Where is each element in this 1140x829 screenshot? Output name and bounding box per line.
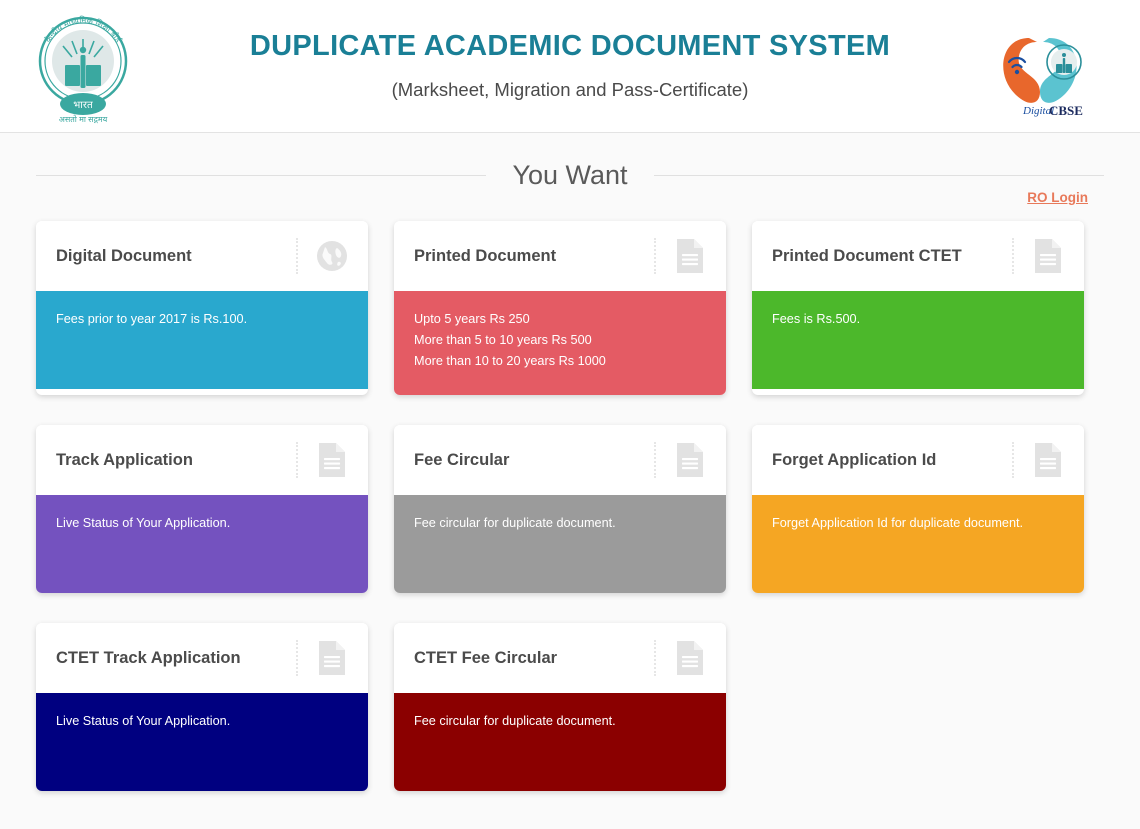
card-body-line: Fees is Rs.500. bbox=[772, 312, 861, 326]
dotted-divider bbox=[654, 640, 656, 676]
service-card-fee-circular[interactable]: Fee Circular Fee circular for duplicate d… bbox=[394, 425, 726, 593]
card-title: Fee Circular bbox=[414, 450, 510, 469]
cbse-emblem-logo: केन्द्रीय माध्यमिक शिक्षा बोर्ड भारत असत… bbox=[27, 11, 139, 124]
service-card-printed-document[interactable]: Printed Document Upto 5 years Rs 250 More … bbox=[394, 221, 726, 395]
dotted-divider bbox=[296, 442, 298, 478]
service-card-ctet-track-application[interactable]: CTET Track Application Live Status of You… bbox=[36, 623, 368, 791]
service-card-track-application[interactable]: Track Application Live Status of Your App… bbox=[36, 425, 368, 593]
dotted-divider bbox=[654, 238, 656, 274]
globe-icon bbox=[316, 238, 348, 274]
card-title: Forget Application Id bbox=[772, 450, 937, 469]
card-header: Forget Application Id bbox=[752, 425, 1084, 495]
card-title: Digital Document bbox=[56, 246, 192, 265]
svg-text:भारत: भारत bbox=[73, 100, 93, 111]
card-body: Live Status of Your Application. bbox=[36, 495, 368, 593]
card-body-line: Live Status of Your Application. bbox=[56, 714, 231, 728]
document-icon bbox=[674, 442, 706, 478]
card-body: Fees prior to year 2017 is Rs.100. bbox=[36, 291, 368, 389]
digital-cbse-logo: Digital CBSE bbox=[985, 12, 1095, 124]
card-body: Upto 5 years Rs 250 More than 5 to 10 yea… bbox=[394, 291, 726, 395]
card-body: Fees is Rs.500. bbox=[752, 291, 1084, 389]
card-body: Forget Application Id for duplicate docu… bbox=[752, 495, 1084, 593]
card-header: Track Application bbox=[36, 425, 368, 495]
card-body: Live Status of Your Application. bbox=[36, 693, 368, 791]
dotted-divider bbox=[1012, 442, 1014, 478]
dotted-divider bbox=[1012, 238, 1014, 274]
card-body: Fee circular for duplicate document. bbox=[394, 693, 726, 791]
document-icon bbox=[316, 640, 348, 676]
page-title: DUPLICATE ACADEMIC DOCUMENT SYSTEM bbox=[249, 29, 891, 62]
card-title: Printed Document bbox=[414, 246, 557, 265]
dotted-divider bbox=[296, 640, 298, 676]
card-body-line: Live Status of Your Application. bbox=[56, 516, 231, 530]
service-card-printed-document-ctet[interactable]: Printed Document CTET Fees is Rs.500. bbox=[752, 221, 1084, 395]
document-icon bbox=[1032, 442, 1064, 478]
card-header: Digital Document bbox=[36, 221, 368, 291]
document-icon bbox=[1032, 238, 1064, 274]
svg-text:CBSE: CBSE bbox=[1049, 103, 1083, 118]
card-body-line: More than 5 to 10 years Rs 500 bbox=[414, 333, 592, 348]
card-body-line: Fee circular for duplicate document. bbox=[414, 516, 616, 530]
card-body-line: Fee circular for duplicate document. bbox=[414, 714, 616, 728]
header-titles: DUPLICATE ACADEMIC DOCUMENT SYSTEM (Mark… bbox=[0, 29, 1140, 101]
section-heading-label: You Want bbox=[512, 159, 628, 190]
service-card-grid: Digital Document Fees prior to year 2017 … bbox=[0, 221, 1140, 791]
card-header: CTET Track Application bbox=[36, 623, 368, 693]
service-card-ctet-fee-circular[interactable]: CTET Fee Circular Fee circular for duplic… bbox=[394, 623, 726, 791]
card-header: Fee Circular bbox=[394, 425, 726, 495]
card-title: CTET Track Application bbox=[56, 648, 241, 667]
card-body-line: Upto 5 years Rs 250 bbox=[414, 312, 530, 326]
page-subtitle: (Marksheet, Migration and Pass-Certifica… bbox=[391, 78, 749, 100]
card-body: Fee circular for duplicate document. bbox=[394, 495, 726, 593]
document-icon bbox=[674, 640, 706, 676]
card-body-line: Fees prior to year 2017 is Rs.100. bbox=[56, 312, 248, 326]
svg-text:असतो मा सद्गमय: असतो मा सद्गमय bbox=[59, 114, 108, 124]
card-title: CTET Fee Circular bbox=[414, 648, 558, 667]
document-icon bbox=[674, 238, 706, 274]
site-header: केन्द्रीय माध्यमिक शिक्षा बोर्ड भारत असत… bbox=[0, 0, 1140, 133]
card-header: CTET Fee Circular bbox=[394, 623, 726, 693]
document-icon bbox=[316, 442, 348, 478]
dotted-divider bbox=[654, 442, 656, 478]
card-body-line: Forget Application Id for duplicate docu… bbox=[772, 516, 1024, 530]
card-body-line: More than 10 to 20 years Rs 1000 bbox=[414, 354, 606, 369]
card-title: Track Application bbox=[56, 450, 193, 469]
heading-rule-left bbox=[36, 174, 487, 176]
card-header: Printed Document bbox=[394, 221, 726, 291]
heading-rule-right bbox=[653, 174, 1104, 176]
service-card-digital-document[interactable]: Digital Document Fees prior to year 2017 … bbox=[36, 221, 368, 395]
section-heading: You Want bbox=[36, 133, 1104, 190]
ro-login-link[interactable]: RO Login bbox=[1027, 190, 1088, 205]
card-title: Printed Document CTET bbox=[772, 246, 962, 265]
dotted-divider bbox=[296, 238, 298, 274]
service-card-forget-application-id[interactable]: Forget Application Id Forget Application … bbox=[752, 425, 1084, 593]
card-header: Printed Document CTET bbox=[752, 221, 1084, 291]
